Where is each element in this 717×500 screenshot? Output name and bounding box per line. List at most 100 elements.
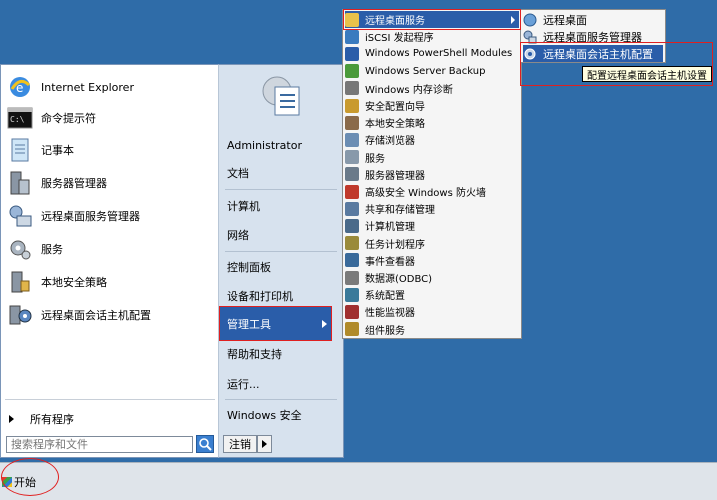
- left-separator: [5, 399, 215, 400]
- right-item-label: 帮助和支持: [227, 348, 282, 361]
- flyout-item-remote-desktop[interactable]: 远程桌面: [523, 11, 663, 28]
- services-icon: [345, 150, 359, 165]
- right-separator: [225, 251, 337, 252]
- internet-explorer-icon: e: [10, 77, 31, 97]
- right-item-documents[interactable]: 文档: [227, 163, 337, 183]
- backup-icon: [345, 64, 359, 79]
- logoff-button[interactable]: 注销: [223, 435, 257, 453]
- highlight-administrative-tools: [219, 306, 332, 341]
- pinned-label: 服务: [41, 243, 63, 256]
- submenu-item[interactable]: 组件服务: [345, 321, 519, 338]
- performance-monitor-icon: [345, 304, 359, 319]
- pinned-internet-explorer[interactable]: e Internet Explorer: [7, 73, 212, 101]
- submenu-item[interactable]: 本地安全策略: [345, 114, 519, 131]
- start-menu-left-pane: e Internet Explorer C:\ 命令提示符 记事本 服务器管理器…: [0, 64, 218, 458]
- all-programs-arrow-icon: [9, 415, 14, 423]
- event-viewer-icon: [345, 253, 359, 268]
- local-security-policy-icon: [11, 271, 30, 293]
- right-item-network[interactable]: 网络: [227, 225, 337, 245]
- remote-desktop-icon: [523, 13, 537, 26]
- submenu-item[interactable]: 事件查看器: [345, 252, 519, 269]
- right-item-administrator[interactable]: Administrator: [227, 135, 337, 155]
- pinned-label: Internet Explorer: [41, 80, 134, 94]
- submenu-item[interactable]: 安全配置向导: [345, 97, 519, 114]
- pinned-command-prompt[interactable]: C:\ 命令提示符: [7, 104, 212, 132]
- right-item-devices-printers[interactable]: 设备和打印机: [227, 286, 337, 306]
- rdsh-config-icon: [9, 305, 32, 325]
- right-separator: [225, 189, 337, 190]
- local-policy-icon: [345, 115, 359, 130]
- submenu-item-label: 本地安全策略: [365, 119, 425, 131]
- all-programs[interactable]: 所有程序: [9, 410, 209, 428]
- pinned-notepad[interactable]: 记事本: [7, 136, 212, 164]
- shutdown-options-button[interactable]: [257, 435, 272, 453]
- submenu-item[interactable]: 任务计划程序: [345, 235, 519, 252]
- submenu-item-label: Windows PowerShell Modules: [365, 48, 513, 60]
- submenu-item[interactable]: 计算机管理: [345, 217, 519, 234]
- right-item-control-panel[interactable]: 控制面板: [227, 257, 337, 277]
- notepad-icon: [11, 138, 29, 162]
- right-item-windows-security[interactable]: Windows 安全: [227, 405, 337, 425]
- submenu-item[interactable]: 共享和存储管理: [345, 200, 519, 217]
- server-manager-icon: [10, 171, 30, 195]
- start-menu-right-pane: Administrator 文档 计算机 网络 控制面板 设备和打印机 管理工具…: [218, 64, 344, 458]
- administrative-tools-submenu: 远程桌面服务 iSCSI 发起程序 Windows PowerShell Modul…: [342, 9, 522, 339]
- highlight-remote-desktop-services: [343, 9, 521, 30]
- pinned-rds-manager[interactable]: 远程桌面服务管理器: [7, 202, 212, 230]
- submenu-item[interactable]: Windows Server Backup: [345, 63, 519, 80]
- pinned-services[interactable]: 服务: [7, 235, 212, 263]
- right-item-computer[interactable]: 计算机: [227, 196, 337, 216]
- submenu-item-label: 计算机管理: [365, 222, 415, 234]
- submenu-item[interactable]: 高级安全 Windows 防火墙: [345, 183, 519, 200]
- svg-text:e: e: [16, 81, 23, 95]
- pinned-rdsh-config[interactable]: 远程桌面会话主机配置: [7, 301, 212, 329]
- pinned-label: 服务器管理器: [41, 177, 107, 190]
- svg-text:C:\: C:\: [10, 115, 25, 124]
- search-button[interactable]: [196, 435, 214, 453]
- right-item-label: 控制面板: [227, 261, 271, 274]
- submenu-item[interactable]: Windows 内存诊断: [345, 80, 519, 97]
- pinned-label: 远程桌面服务管理器: [41, 210, 140, 223]
- security-wizard-icon: [345, 98, 359, 113]
- submenu-item-label: 服务: [365, 153, 385, 165]
- pinned-label: 远程桌面会话主机配置: [41, 309, 151, 322]
- submenu-item[interactable]: 数据源(ODBC): [345, 269, 519, 286]
- highlight-start-button: [1, 458, 59, 496]
- memory-diagnostic-icon: [345, 81, 359, 96]
- submenu-item[interactable]: 性能监视器: [345, 303, 519, 320]
- submenu-item[interactable]: 服务: [345, 149, 519, 166]
- services-gear-icon: [10, 240, 31, 260]
- submenu-item-label: 服务器管理器: [365, 170, 425, 182]
- submenu-item-label: Windows Server Backup: [365, 65, 486, 77]
- submenu-item-label: 数据源(ODBC): [365, 274, 433, 285]
- submenu-item[interactable]: 服务器管理器: [345, 166, 519, 183]
- submenu-item-label: 事件查看器: [365, 256, 415, 268]
- submenu-item[interactable]: 存储浏览器: [345, 131, 519, 148]
- submenu-item-label: 组件服务: [365, 325, 405, 337]
- submenu-item-label: 存储浏览器: [365, 136, 415, 148]
- storage-explorer-icon: [345, 132, 359, 147]
- submenu-item[interactable]: iSCSI 发起程序: [345, 28, 519, 45]
- share-storage-icon: [345, 201, 359, 216]
- search-input[interactable]: [6, 436, 193, 453]
- all-programs-label: 所有程序: [30, 413, 74, 426]
- highlight-rdsh-config: [520, 42, 713, 86]
- submenu-item[interactable]: Windows PowerShell Modules: [345, 45, 519, 62]
- server-manager-small-icon: [345, 167, 359, 182]
- submenu-item[interactable]: 系统配置: [345, 286, 519, 303]
- pinned-local-security-policy[interactable]: 本地安全策略: [7, 268, 212, 296]
- flyout-label: 远程桌面: [543, 13, 587, 27]
- right-item-label: Administrator: [227, 138, 302, 152]
- right-item-run[interactable]: 运行...: [227, 374, 337, 394]
- right-item-help-support[interactable]: 帮助和支持: [227, 344, 337, 364]
- right-separator: [225, 399, 337, 400]
- firewall-icon: [345, 184, 359, 199]
- submenu-item-label: 性能监视器: [365, 308, 415, 320]
- component-services-icon: [345, 322, 359, 337]
- computer-management-icon: [345, 218, 359, 233]
- submenu-item-label: iSCSI 发起程序: [365, 33, 434, 45]
- rds-manager-icon: [9, 205, 32, 227]
- pinned-server-manager[interactable]: 服务器管理器: [7, 169, 212, 197]
- system-config-icon: [345, 287, 359, 302]
- magnifier-icon: [199, 438, 212, 451]
